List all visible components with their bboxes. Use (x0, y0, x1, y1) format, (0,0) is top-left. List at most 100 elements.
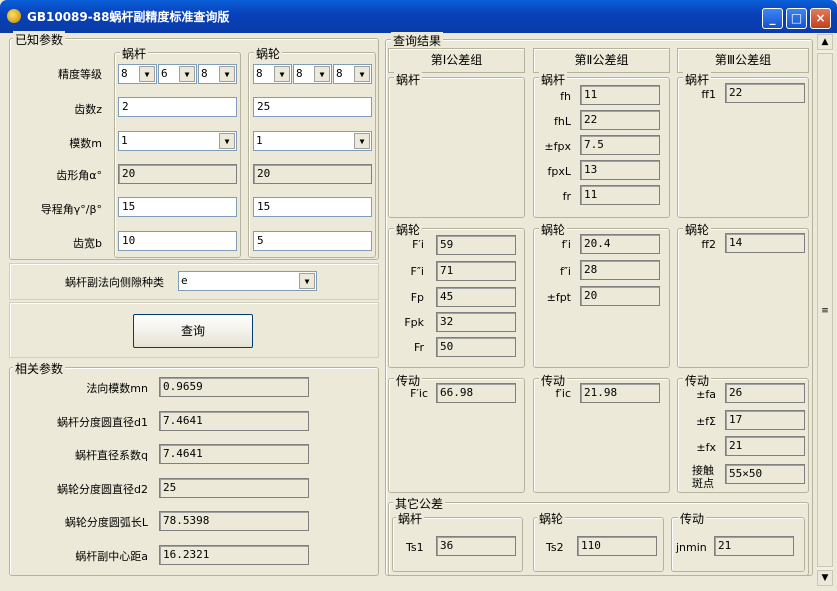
g2-fpxL-field: 13 (580, 160, 660, 180)
g1-fp-field: 45 (436, 287, 516, 307)
g3-fx-label: ±fx (696, 441, 716, 454)
g3-contact-field: 55×50 (725, 464, 805, 484)
group2-worm-title: 蜗杆 (539, 71, 568, 88)
scroll-down-button[interactable]: ▼ (817, 570, 833, 586)
wheel-grade-1-select[interactable]: 8 ▼ (253, 64, 292, 84)
g1-fic-label: F′ic (410, 387, 428, 400)
backlash-select[interactable]: e ▼ (178, 271, 317, 291)
wheel-grade-1-value: 8 (256, 67, 263, 80)
minimize-button[interactable]: _ (762, 8, 783, 29)
ts2-field: 110 (577, 536, 657, 556)
wheel-profile-angle-field: 20 (253, 164, 372, 184)
app-icon (7, 9, 21, 23)
worm-lead-angle-input[interactable]: 15 (118, 197, 237, 217)
width-label: 齿宽b (73, 237, 102, 250)
g3-fa-label: ±fa (696, 388, 716, 401)
backlash-value: e (181, 274, 188, 287)
wheel-grade-3-select[interactable]: 8 ▼ (333, 64, 372, 84)
known-params-title: 已知参数 (13, 31, 66, 48)
g3-ff1-label: ff1 (701, 88, 716, 101)
scroll-thumb[interactable]: ≡ (817, 53, 833, 567)
d2-field: 25 (159, 478, 309, 498)
ts1-label: Ts1 (406, 541, 424, 554)
worm-grade-1-value: 8 (121, 67, 128, 80)
g1-fi1-field: 59 (436, 235, 516, 255)
g2-fi1-field: 20.4 (580, 234, 660, 254)
worm-module-value: 1 (121, 134, 128, 147)
query-button[interactable]: 查询 (133, 314, 253, 348)
mn-field: 0.9659 (159, 377, 309, 397)
g3-ff1-field: 22 (725, 83, 805, 103)
wheel-grade-2-value: 8 (296, 67, 303, 80)
g2-fh-label: fh (560, 90, 571, 103)
worm-grade-1-select[interactable]: 8 ▼ (118, 64, 157, 84)
wheel-width-input[interactable]: 5 (253, 231, 372, 251)
group3-wheel-title: 蜗轮 (683, 221, 712, 238)
g1-fp-label: Fp (410, 291, 424, 304)
d2-label: 蜗轮分度圆直径d2 (57, 483, 148, 496)
wheel-module-select[interactable]: 1 ▼ (253, 131, 372, 151)
worm-grade-3-select[interactable]: 8 ▼ (198, 64, 237, 84)
chevron-down-icon[interactable]: ▼ (354, 66, 370, 82)
results-title: 查询结果 (391, 32, 444, 49)
chevron-down-icon[interactable]: ▼ (219, 133, 235, 149)
wheel-column-title: 蜗轮 (254, 45, 283, 62)
ts1-field: 36 (436, 536, 516, 556)
chevron-down-icon[interactable]: ▼ (314, 66, 330, 82)
worm-width-input[interactable]: 10 (118, 231, 237, 251)
g3-ff2-label: ff2 (701, 238, 716, 251)
chevron-down-icon[interactable]: ▼ (274, 66, 290, 82)
g3-fsigma-label: ±fΣ (695, 415, 716, 428)
worm-column-title: 蜗杆 (120, 45, 149, 62)
chevron-down-icon[interactable]: ▼ (179, 66, 195, 82)
g2-fpt-field: 20 (580, 286, 660, 306)
teeth-label: 齿数z (74, 103, 102, 116)
group3-worm-title: 蜗杆 (683, 71, 712, 88)
close-button[interactable]: × (810, 8, 831, 29)
jnmin-label: jnmin (676, 541, 707, 554)
L-label: 蜗轮分度圆弧长L (64, 516, 148, 529)
g2-fpx-label: ±fpx (544, 140, 571, 153)
g3-ff2-field: 14 (725, 233, 805, 253)
g2-fhL-label: fhL (554, 115, 571, 128)
g1-fpk-label: Fpk (404, 316, 424, 329)
profile-angle-label: 齿形角α° (56, 169, 102, 182)
group1-header: 第Ⅰ公差组 (388, 48, 525, 73)
other-wheel-title: 蜗轮 (537, 510, 566, 527)
g2-fhL-field: 22 (580, 110, 660, 130)
wheel-teeth-input[interactable]: 25 (253, 97, 372, 117)
g1-fi2-field: 71 (436, 261, 516, 281)
a-field: 16.2321 (159, 545, 309, 565)
module-label: 模数m (69, 137, 102, 150)
group1-worm-box (388, 77, 525, 218)
g2-fpx-field: 7.5 (580, 135, 660, 155)
q-label: 蜗杆直径系数q (75, 449, 148, 462)
worm-module-select[interactable]: 1 ▼ (118, 131, 237, 151)
chevron-down-icon[interactable]: ▼ (299, 273, 315, 289)
g2-fi1-label: f′i (561, 238, 571, 251)
q-field: 7.4641 (159, 444, 309, 464)
wheel-grade-3-value: 8 (336, 67, 343, 80)
group3-header: 第Ⅲ公差组 (677, 48, 809, 73)
chevron-down-icon[interactable]: ▼ (139, 66, 155, 82)
d1-field: 7.4641 (159, 411, 309, 431)
wheel-lead-angle-input[interactable]: 15 (253, 197, 372, 217)
g2-fi2-field: 28 (580, 260, 660, 280)
group1-worm-title: 蜗杆 (394, 71, 423, 88)
worm-teeth-input[interactable]: 2 (118, 97, 237, 117)
chevron-down-icon[interactable]: ▼ (354, 133, 370, 149)
g3-fa-field: 26 (725, 383, 805, 403)
worm-grade-2-value: 6 (161, 67, 168, 80)
g1-fr-field: 50 (436, 337, 516, 357)
worm-grade-2-select[interactable]: 6 ▼ (158, 64, 197, 84)
g1-fi2-label: F″i (410, 265, 425, 278)
jnmin-field: 21 (714, 536, 794, 556)
scroll-up-button[interactable]: ▲ (817, 34, 833, 50)
d1-label: 蜗杆分度圆直径d1 (57, 416, 148, 429)
wheel-grade-2-select[interactable]: 8 ▼ (293, 64, 332, 84)
g2-fr-field: 11 (580, 185, 660, 205)
g2-fpxL-label: fpxL (547, 165, 572, 178)
worm-profile-angle-field: 20 (118, 164, 237, 184)
maximize-button[interactable]: □ (786, 8, 807, 29)
chevron-down-icon[interactable]: ▼ (219, 66, 235, 82)
